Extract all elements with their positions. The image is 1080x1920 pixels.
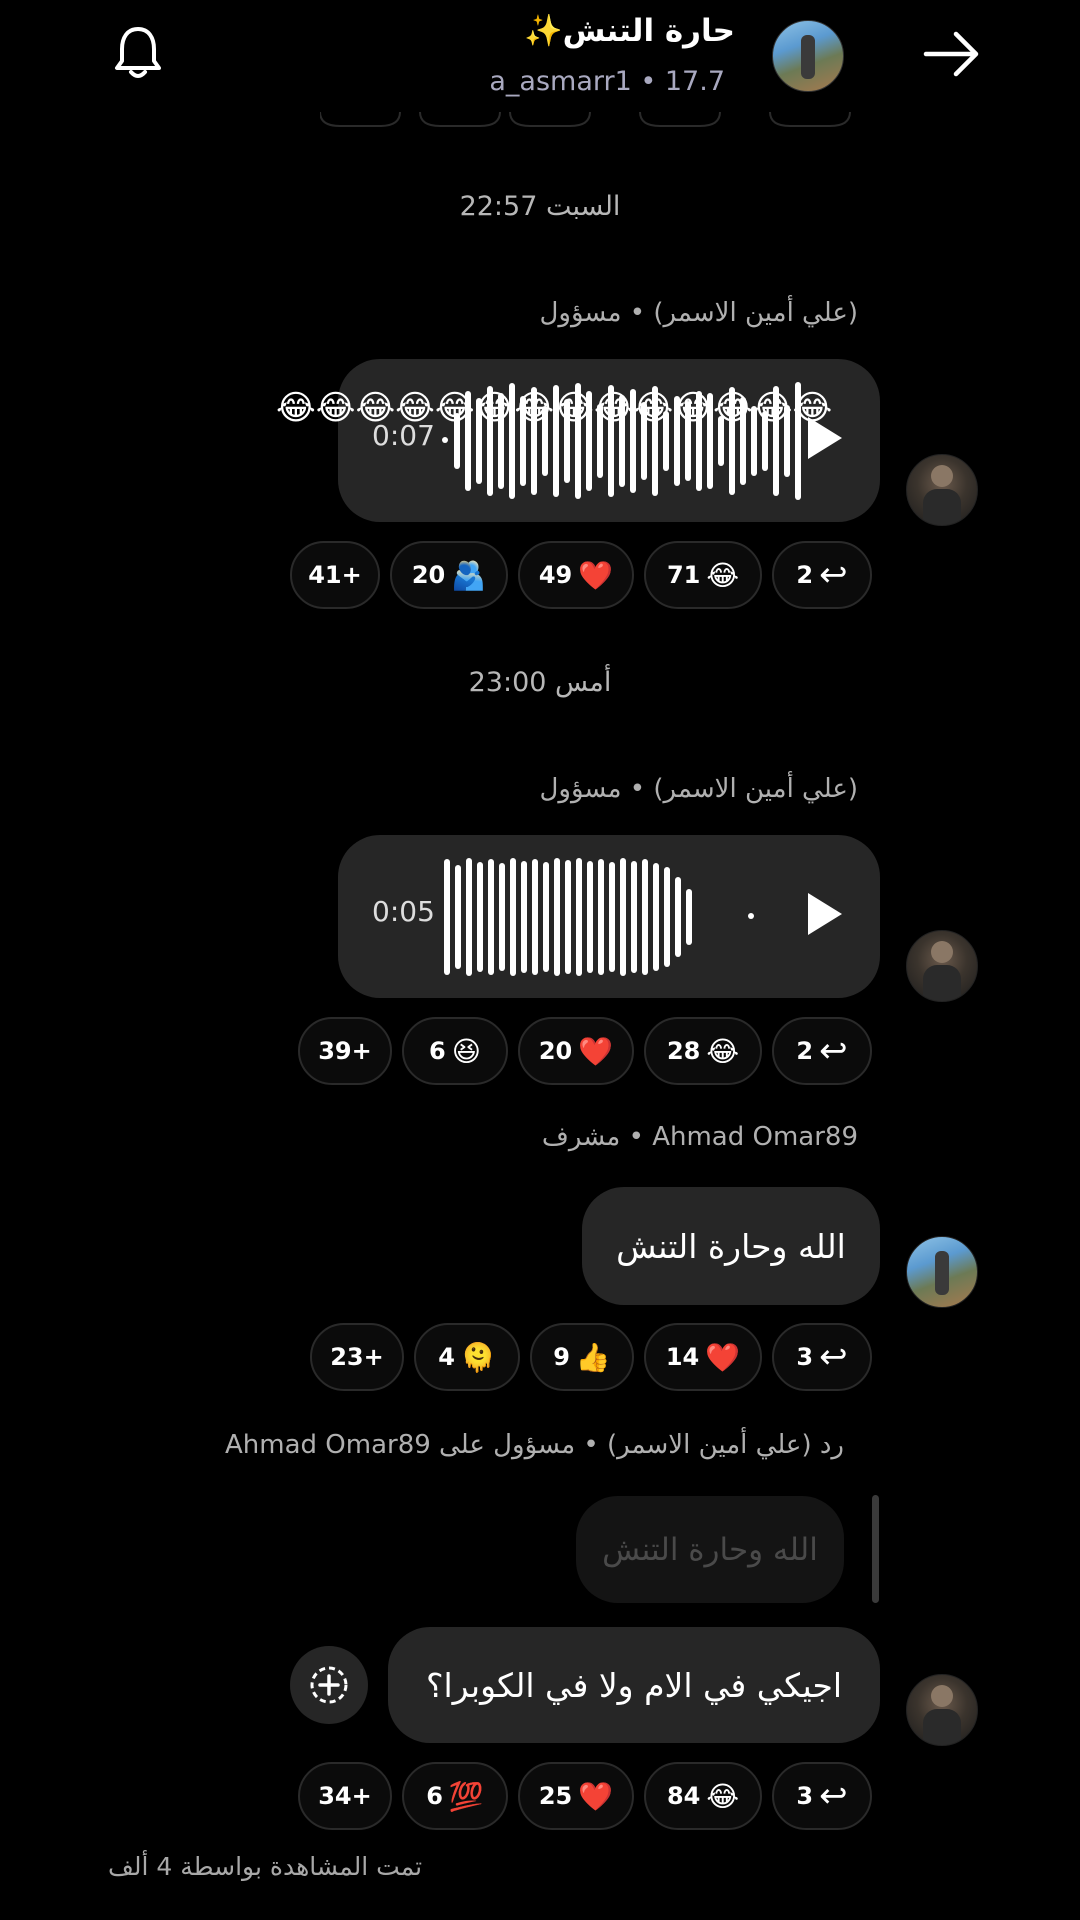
avatar[interactable] xyxy=(906,1674,978,1746)
reaction-pill[interactable]: 84 😂 xyxy=(644,1762,762,1830)
partial-reactions-row xyxy=(319,111,860,136)
seen-by-text: تمت المشاهدة بواسطة 4 ألف xyxy=(108,1852,423,1881)
avatar[interactable] xyxy=(906,1236,978,1308)
reply-arrow-icon: ↩ xyxy=(819,555,848,595)
arrow-right-icon[interactable] xyxy=(920,26,984,82)
chat-title[interactable]: حارة التنش✨ xyxy=(435,12,735,49)
reaction-pill[interactable]: 20 🫂 xyxy=(390,541,508,609)
avatar[interactable] xyxy=(906,454,978,526)
play-icon[interactable] xyxy=(808,893,842,935)
reaction-pill[interactable]: 49 ❤️ xyxy=(518,541,634,609)
reaction-pill[interactable]: 28 😂 xyxy=(644,1017,762,1085)
more-reactions-pill[interactable]: 34+ xyxy=(298,1762,392,1830)
more-reactions-pill[interactable]: 39+ xyxy=(298,1017,392,1085)
text-message[interactable]: اجيكي في الام ولا في الكوبرا؟ xyxy=(388,1627,880,1743)
voice-message[interactable]: 0:07 xyxy=(338,359,880,522)
reply-count-pill[interactable]: 2 ↩ xyxy=(772,1017,872,1085)
emoji-overlay: 😂😂😂😂😂😂😂😂😂😂😂😂😂😂 xyxy=(276,388,833,428)
text-message[interactable]: الله وحارة التنش xyxy=(582,1187,880,1305)
voice-duration: 0:05 xyxy=(372,895,435,928)
reaction-pill[interactable]: 71 😂 xyxy=(644,541,762,609)
reply-arrow-icon: ↩ xyxy=(819,1776,848,1816)
more-reactions-pill[interactable]: 41+ xyxy=(290,541,380,609)
bell-icon[interactable] xyxy=(110,22,166,82)
more-reactions-pill[interactable]: 23+ xyxy=(310,1323,404,1391)
reply-arrow-icon: ↩ xyxy=(819,1031,848,1071)
reaction-pill[interactable]: 6 😆 xyxy=(402,1017,508,1085)
reply-indicator-bar xyxy=(872,1495,879,1603)
avatar[interactable] xyxy=(906,930,978,1002)
sender-label: (علي أمين الاسمر) • مسؤول xyxy=(539,298,858,328)
voice-message[interactable]: 0:05 xyxy=(338,835,880,998)
add-reaction-icon[interactable] xyxy=(290,1646,368,1724)
quoted-message-preview[interactable]: الله وحارة التنش xyxy=(576,1496,844,1603)
reply-count-pill[interactable]: 3 ↩ xyxy=(772,1323,872,1391)
reaction-pill[interactable]: 9 👍 xyxy=(530,1323,634,1391)
reply-arrow-icon: ↩ xyxy=(819,1337,848,1377)
reply-count-pill[interactable]: 3 ↩ xyxy=(772,1762,872,1830)
chat-subtitle: a_asmarr1 • 17.7 xyxy=(489,66,725,97)
sender-label: Ahmad Omar89 • مشرف xyxy=(541,1122,858,1152)
reaction-pill[interactable]: 6 💯 xyxy=(402,1762,508,1830)
reaction-pill[interactable]: 20 ❤️ xyxy=(518,1017,634,1085)
timestamp: أمس 23:00 xyxy=(468,667,612,698)
timestamp: السبت 22:57 xyxy=(459,191,621,222)
reply-sender-label: رد (علي أمين الاسمر) • مسؤول على Ahmad O… xyxy=(225,1430,844,1460)
sender-label: (علي أمين الاسمر) • مسؤول xyxy=(539,774,858,804)
reply-count-pill[interactable]: 2 ↩ xyxy=(772,541,872,609)
group-avatar[interactable] xyxy=(772,20,844,92)
reaction-pill[interactable]: 4 🫠 xyxy=(414,1323,520,1391)
reaction-pill[interactable]: 25 ❤️ xyxy=(518,1762,634,1830)
reaction-pill[interactable]: 14 ❤️ xyxy=(644,1323,762,1391)
